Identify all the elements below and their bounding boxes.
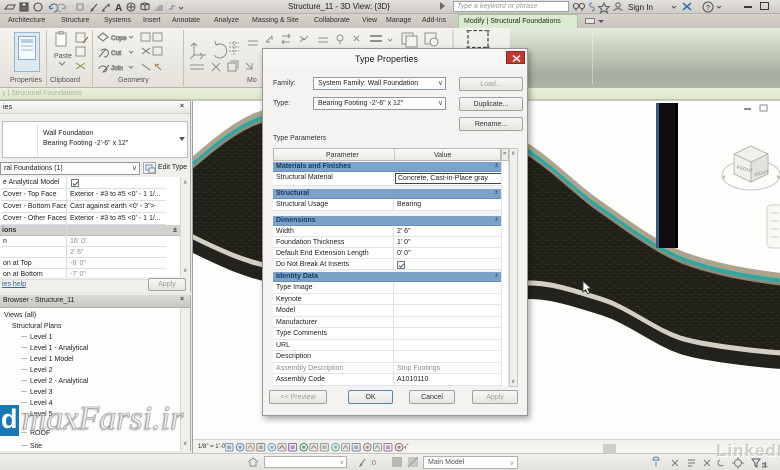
svg-text:Paste: Paste — [54, 53, 72, 60]
svg-text:A: A — [115, 3, 122, 14]
svg-text:Cope: Cope — [111, 35, 127, 42]
svg-text:Cut: Cut — [111, 50, 121, 57]
svg-text:?: ? — [706, 5, 710, 12]
svg-text:Join: Join — [111, 65, 123, 72]
svg-text:Sign In: Sign In — [628, 3, 653, 12]
svg-text::0: :0 — [370, 460, 376, 467]
svg-text::1: :1 — [762, 463, 768, 469]
